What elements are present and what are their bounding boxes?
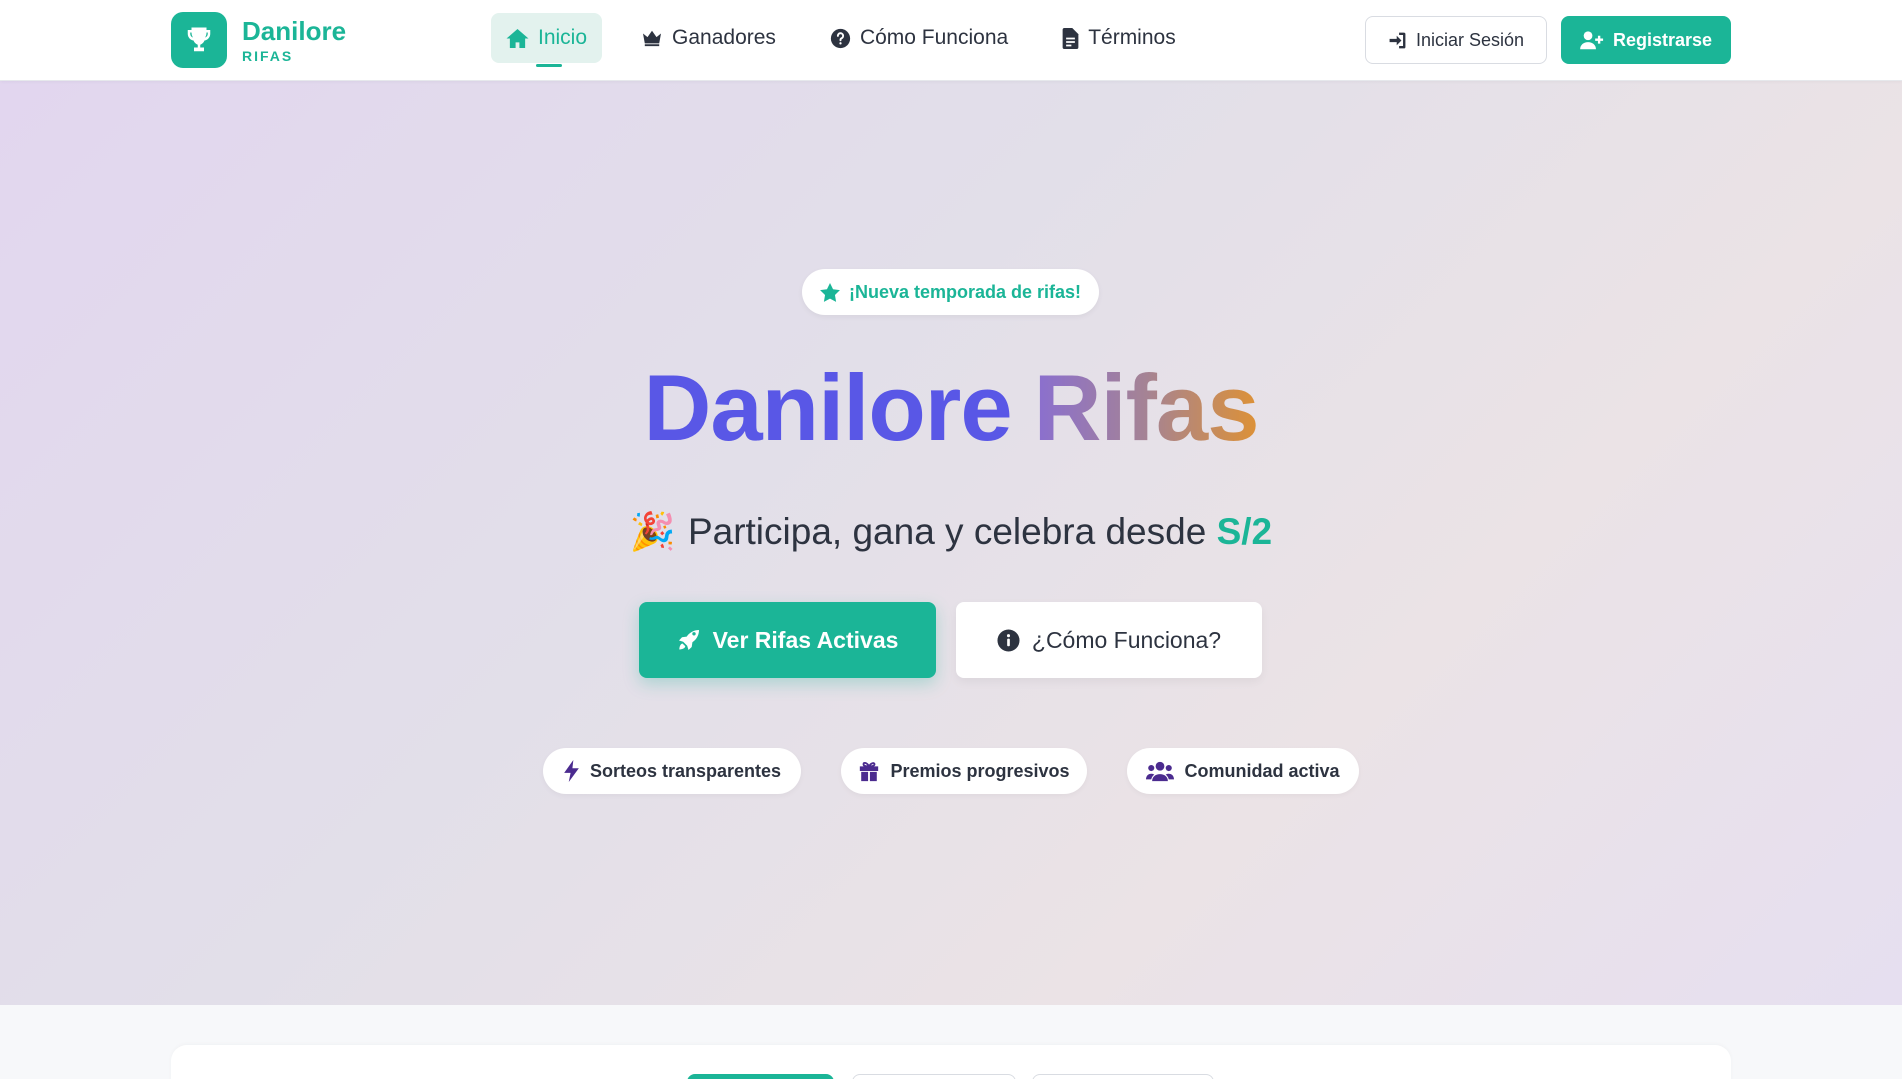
feature-label: Comunidad activa — [1184, 760, 1340, 781]
trophy-icon — [171, 12, 227, 68]
party-popper-icon: 🎉 — [629, 510, 676, 552]
gift-icon — [860, 761, 879, 782]
login-button[interactable]: Iniciar Sesión — [1365, 16, 1547, 64]
nav-item-inicio[interactable]: Inicio — [491, 13, 603, 67]
nav-item-terminos[interactable]: Términos — [1047, 13, 1191, 63]
raffle-tab-2[interactable] — [852, 1074, 1016, 1079]
raffle-tab-1[interactable] — [687, 1074, 834, 1079]
feature-label: Premios progresivos — [890, 760, 1070, 781]
login-label: Iniciar Sesión — [1415, 29, 1525, 50]
feature-pill-transparent-draws: Sorteos transparentes — [543, 748, 801, 794]
feature-pill-active-community: Comunidad activa — [1127, 748, 1359, 794]
nav-item-label: Inicio — [538, 26, 588, 49]
feature-label: Sorteos transparentes — [589, 760, 782, 781]
secondary-cta-label: ¿Cómo Funciona? — [1031, 626, 1222, 653]
hero-title-word-1: Danilore — [643, 355, 1013, 460]
user-plus-icon — [1580, 30, 1604, 49]
feature-pill-progressive-prizes: Premios progresivos — [841, 748, 1087, 794]
new-season-badge: ¡Nueva temporada de rifas! — [802, 269, 1099, 315]
users-icon — [1146, 761, 1175, 781]
question-circle-icon — [830, 28, 851, 48]
star-icon — [820, 282, 840, 302]
nav-item-label: Cómo Funciona — [859, 26, 1009, 49]
info-circle-icon — [997, 628, 1020, 652]
badge-text: ¡Nueva temporada de rifas! — [848, 281, 1082, 302]
raffles-panel — [171, 1045, 1731, 1079]
brand-logo-link[interactable]: Danilore RIFAS — [171, 12, 346, 68]
navbar: Danilore RIFAS Inicio Ganadores Cómo Fun… — [0, 0, 1902, 81]
crown-icon — [643, 30, 662, 47]
main-nav: Inicio Ganadores Cómo Funciona Términos — [491, 13, 1191, 67]
hero-title-word-2: Rifas — [1033, 355, 1260, 460]
hero-subtitle-text: Participa, gana y celebra desde S/2 — [688, 511, 1272, 553]
nav-item-como-funciona[interactable]: Cómo Funciona — [815, 13, 1023, 63]
document-icon — [1062, 27, 1079, 49]
hero-title: Danilore Rifas — [0, 353, 1902, 463]
register-button[interactable]: Registrarse — [1561, 16, 1731, 64]
view-active-raffles-button[interactable]: Ver Rifas Activas — [639, 602, 936, 678]
nav-item-ganadores[interactable]: Ganadores — [626, 13, 791, 63]
brand-name: Danilore — [242, 15, 347, 46]
home-icon — [506, 28, 529, 48]
subtitle-text: Participa, gana y celebra desde — [687, 511, 1207, 552]
how-it-works-button[interactable]: ¿Cómo Funciona? — [956, 602, 1262, 678]
hero-subtitle: 🎉 Participa, gana y celebra desde S/2 — [0, 509, 1902, 555]
sign-in-icon — [1389, 32, 1406, 48]
raffle-tab-3[interactable] — [1032, 1074, 1214, 1079]
primary-cta-label: Ver Rifas Activas — [712, 626, 899, 653]
nav-item-label: Ganadores — [672, 26, 776, 49]
register-label: Registrarse — [1612, 29, 1713, 50]
brand-subtitle: RIFAS — [242, 47, 294, 64]
hero-section: ¡Nueva temporada de rifas! Danilore Rifa… — [0, 81, 1902, 1005]
subtitle-price: S/2 — [1216, 511, 1273, 552]
nav-item-label: Términos — [1088, 26, 1176, 49]
rocket-icon — [678, 630, 699, 650]
bolt-icon — [564, 760, 579, 782]
